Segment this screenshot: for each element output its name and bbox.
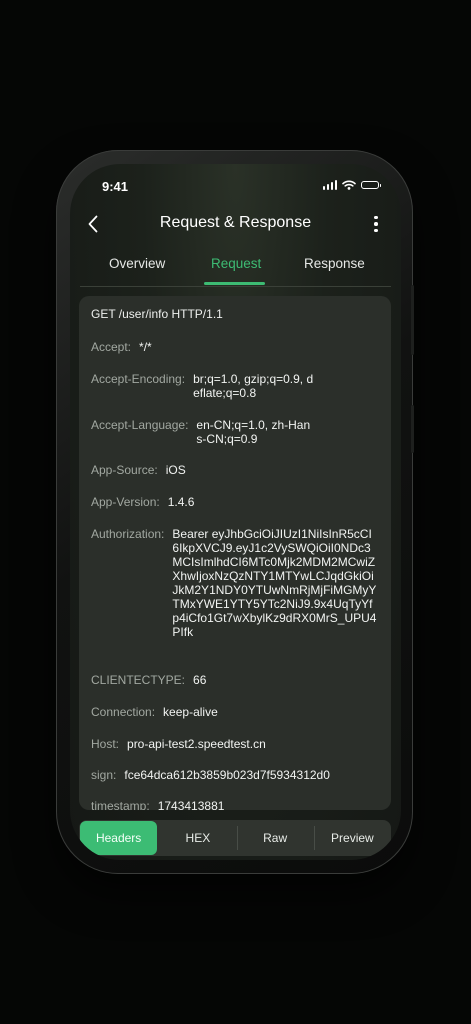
status-time: 9:41 (102, 179, 129, 194)
header-value: fce64dca612b3859b023d7f5934312d0 (124, 768, 330, 782)
header-key: sign: (91, 768, 117, 782)
signal-icon (322, 180, 337, 190)
header-row: App-Version: 1.4.6 (91, 495, 381, 509)
header-row: Accept-Language: en-CN;q=1.0, zh-Hans-CN… (91, 418, 381, 446)
header-value: Bearer eyJhbGciOiJIUzI1NiIsInR5cCI6IkpXV… (172, 527, 377, 639)
battery-icon (361, 181, 381, 189)
screen: 9:41 Request & Response Overview Request… (70, 164, 401, 860)
header-row: Connection: keep-alive (91, 705, 381, 719)
hex-button[interactable]: HEX (159, 820, 236, 856)
header-key: Host: (91, 737, 120, 751)
header-row: timestamp: 1743413881 (91, 799, 381, 810)
raw-button[interactable]: Raw (236, 820, 314, 856)
header-row: sign: fce64dca612b3859b023d7f5934312d0 (91, 768, 381, 782)
header-value: 1743413881 (157, 799, 225, 810)
header-key: Accept-Encoding: (91, 372, 186, 386)
wifi-icon (342, 180, 356, 190)
header-row: Host: pro-api-test2.speedtest.cn (91, 737, 381, 751)
header-row: CLIENTECTYPE: 66 (91, 673, 381, 687)
preview-button[interactable]: Preview (313, 820, 391, 856)
header-key: timestamp: (91, 799, 150, 810)
header-key: CLIENTECTYPE: (91, 673, 186, 687)
page-title: Request & Response (159, 214, 312, 231)
tab-overview[interactable]: Overview (109, 256, 165, 271)
header-key: Authorization: (91, 527, 165, 541)
header-value: */* (139, 340, 152, 354)
headers-button[interactable]: Headers (80, 821, 158, 855)
header-value: br;q=1.0, gzip;q=0.9, deflate;q=0.8 (193, 372, 314, 400)
header-key: Accept: (91, 340, 132, 354)
header-row: App-Source: iOS (91, 463, 381, 477)
header-value: en-CN;q=1.0, zh-Hans-CN;q=0.9 (196, 418, 311, 446)
side-button (411, 405, 414, 453)
header-row: Accept: */* (91, 340, 381, 354)
tab-request[interactable]: Request (211, 256, 261, 271)
header-key: Connection: (91, 705, 156, 719)
request-headers-card[interactable]: GET /user/info HTTP/1.1 Accept: */* Acce… (79, 296, 391, 810)
view-mode-segmented-control: Headers HEX Raw Preview (79, 820, 391, 856)
header-value: 1.4.6 (167, 495, 195, 509)
more-vertical-icon[interactable] (371, 213, 381, 235)
header-key: Accept-Language: (91, 418, 189, 432)
tab-bar: Overview Request Response (80, 246, 391, 287)
header-value: pro-api-test2.speedtest.cn (127, 737, 266, 751)
header-value: 66 (193, 673, 207, 687)
status-icons (322, 180, 381, 190)
active-tab-indicator (204, 282, 265, 285)
header-value: keep-alive (163, 705, 218, 719)
nav-bar: Request & Response (70, 208, 401, 240)
header-row: Accept-Encoding: br;q=1.0, gzip;q=0.9, d… (91, 372, 381, 400)
power-button (411, 285, 414, 355)
request-line: GET /user/info HTTP/1.1 (91, 307, 223, 321)
header-value: iOS (165, 463, 186, 477)
header-row: Authorization: Bearer eyJhbGciOiJIUzI1Ni… (91, 527, 381, 639)
tab-response[interactable]: Response (304, 256, 365, 271)
status-bar: 9:41 (70, 164, 401, 208)
header-key: App-Source: (91, 463, 158, 477)
header-key: App-Version: (91, 495, 160, 509)
